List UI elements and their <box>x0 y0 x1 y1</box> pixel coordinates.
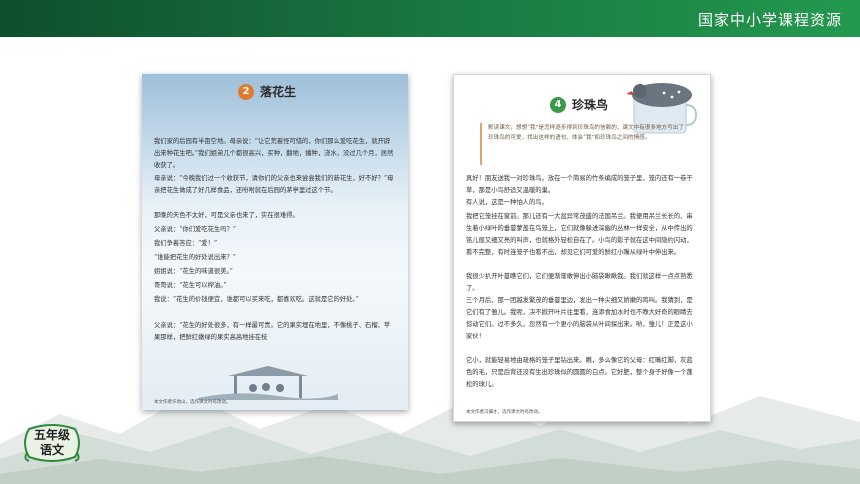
paragraph: 母亲说：“今晚我们过一个收获节，请你们的父亲也来尝尝我们的新花生，好不好？”母亲… <box>154 175 394 194</box>
lesson-number-badge: 4 <box>550 96 566 113</box>
paragraph: 我很少扒开叶蔓瞧它们，它们便渐渐敢伸出小脑袋瞅瞅我。我们就这样一点点熟悉了。 <box>466 273 693 292</box>
paragraph: 我把它笼挂在窗前。那儿还有一大盆异常茂盛的法国吊兰。我便用吊兰长长的、串生着小绿… <box>466 213 693 256</box>
lesson-heading: 2 落花生 <box>238 83 296 100</box>
footnote: 本文作者许地山，选作课文时有改动。 <box>154 400 231 405</box>
paragraph: 那晚的天色不太好，可是父亲也来了，实在很难得。 <box>154 212 299 219</box>
paragraph: 我们家的后园有半亩空地。母亲说：“让它荒着怪可惜的，你们那么爱吃花生，就开辟出来… <box>154 138 394 169</box>
top-header-bar: 国家中小学课程资源 <box>0 0 860 37</box>
paragraph: 哥哥说：“花生可以榨油。” <box>154 282 227 289</box>
paragraph: 它小，就能轻易地由疏格的笼子里钻出来。瞧，多么像它的父母：红嘴红脚，灰蓝色的毛，… <box>466 357 693 388</box>
grade-label: 五年级 语文 <box>23 428 81 458</box>
paragraph: 真好！朋友送我一对珍珠鸟。放在一个简易的竹条编成的笼子里，笼内还有一卷干草，那是… <box>466 175 693 194</box>
paragraph: “谁能把花生的好处说出来？” <box>154 254 237 261</box>
grade-subject-badge: 五年级 语文 <box>23 423 81 463</box>
paragraph: 有人说，这是一种怕人的鸟。 <box>466 199 548 206</box>
textbook-page-luohuasheng: 2 落花生 我们家的后园有半亩空地。母亲说：“让它荒着怪可惜的，你们那么爱吃花生… <box>142 74 408 410</box>
pavilion-illustration <box>198 366 338 400</box>
paragraph: 我们争着答应：“爱！” <box>154 240 218 247</box>
paragraph: 姐姐说：“花生的味道很美。” <box>154 268 233 275</box>
textbook-page-zhenzhuniao: 4 珍珠鸟 默读课文，想想“我”是怎样逐步得到珍珠鸟的信赖的，课文中有很多地方写… <box>453 74 711 422</box>
grade-line: 五年级 <box>33 428 70 442</box>
lesson-title: 珍珠鸟 <box>572 98 609 112</box>
header-title: 国家中小学课程资源 <box>697 11 842 29</box>
mountain-background <box>0 392 860 484</box>
paragraph: 三个月后，那一团越发繁茂的垂蔓里边，发出一种尖细又娇嫩的鸣叫。我猜到，是它们有了… <box>466 297 693 340</box>
reading-prompt: 默读课文，想想“我”是怎样逐步得到珍珠鸟的信赖的，课文中有很多地方写出了珍珠鸟的… <box>480 123 690 165</box>
paragraph: 父亲说：“你们爱吃花生吗？” <box>154 226 237 233</box>
subject-line: 语文 <box>39 443 64 457</box>
lesson-title: 落花生 <box>260 85 297 99</box>
lesson-heading: 4 珍珠鸟 <box>550 96 608 113</box>
paragraph: 父亲说：“花生的好处很多，有一样最可贵。它的果实埋在地里，不像桃子、石榴、苹果那… <box>154 322 391 341</box>
footnote: 本文作者冯骥才，选作课文时有改动。 <box>466 410 543 415</box>
paragraph: 我说：“花生的价钱便宜，谁都可以买来吃，都喜欢吃。这就是它的好处。” <box>154 296 359 303</box>
lesson-number-badge: 2 <box>238 83 254 100</box>
reading-prompt-text: 默读课文，想想“我”是怎样逐步得到珍珠鸟的信赖的，课文中有很多地方写出了珍珠鸟的… <box>488 125 684 141</box>
